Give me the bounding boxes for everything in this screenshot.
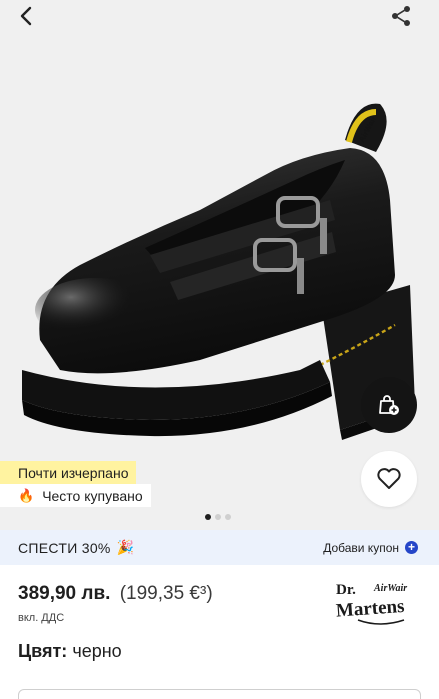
price: 389,90 лв. (199,35 €³) — [18, 583, 213, 605]
color-value: черно — [72, 641, 122, 661]
carousel-dot[interactable] — [215, 514, 221, 520]
low-stock-badge: Почти изчерпано — [0, 461, 137, 484]
share-button[interactable] — [387, 2, 415, 30]
flame-icon: 🔥 — [18, 487, 35, 503]
carousel-dots — [205, 514, 231, 520]
low-stock-label: Почти изчерпано — [18, 464, 129, 481]
back-button[interactable] — [10, 2, 42, 30]
product-screen: AirWair Почти изчерпано 🔥 Често купувано… — [0, 0, 439, 699]
size-selector[interactable] — [18, 689, 421, 699]
carousel-dot[interactable] — [225, 514, 231, 520]
plus-icon: + — [405, 541, 418, 554]
brand-logo-dr: Dr. — [336, 582, 356, 598]
coupon-banner: СПЕСТИ 30% 🎉 Добави купон + — [0, 530, 439, 565]
vat-note: вкл. ДДС — [18, 612, 65, 624]
wishlist-button[interactable] — [361, 451, 417, 507]
product-gallery[interactable]: AirWair Почти изчерпано 🔥 Често купувано — [0, 0, 439, 530]
coupon-offer: СПЕСТИ 30% 🎉 — [18, 539, 134, 556]
price-eur: (199,35 €³) — [119, 583, 213, 604]
carousel-dot[interactable] — [205, 514, 211, 520]
brand-logo[interactable]: Dr. AirWair Martens — [334, 578, 426, 630]
price-main: 389,90 лв. — [18, 583, 111, 604]
brand-logo-martens: Martens — [335, 596, 405, 622]
popular-badge: 🔥 Често купувано — [0, 484, 151, 507]
top-bar — [0, 0, 439, 34]
back-icon — [20, 6, 32, 26]
party-emoji: 🎉 — [116, 539, 135, 555]
popular-label: Често купувано — [42, 487, 143, 504]
add-coupon-button[interactable]: Добави купон + — [323, 541, 418, 555]
add-to-bag-button[interactable] — [361, 377, 417, 433]
color-line: Цвят: черно — [18, 641, 122, 662]
color-label: Цвят: — [18, 641, 68, 661]
add-to-bag-icon — [379, 395, 399, 415]
brand-logo-air: AirWair — [373, 583, 407, 594]
coupon-label: СПЕСТИ 30% — [18, 539, 111, 556]
heart-icon — [377, 468, 401, 489]
add-coupon-label: Добави купон — [323, 540, 399, 555]
share-icon — [392, 6, 410, 26]
